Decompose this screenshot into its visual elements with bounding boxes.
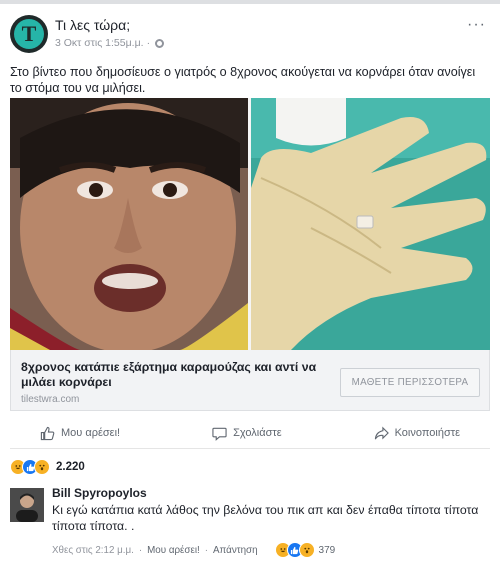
wow-icon (34, 459, 50, 475)
like-button[interactable]: Μου αρέσει! (10, 426, 150, 441)
reaction-icons (10, 459, 50, 475)
page-name[interactable]: Τι λες τώρα; (55, 17, 130, 33)
comment-bubble: Bill Spyropoylos Κι εγώ κατάπια κατά λάθ… (52, 486, 482, 534)
boy-face-image (10, 98, 248, 350)
post-card: T Τι λες τώρα; 3 Οκτ στις 1:55μ.μ. · ···… (0, 4, 500, 569)
comment-button[interactable]: Σχολιάστε (182, 426, 312, 441)
post-timestamp[interactable]: 3 Οκτ στις 1:55μ.μ. (55, 37, 144, 49)
post-meta: 3 Οκτ στις 1:55μ.μ. · (55, 37, 165, 49)
comment-time[interactable]: Χθες στις 2:12 μ.μ. (52, 545, 134, 556)
comment-text: Κι εγώ κατάπια κατά λάθος την βελόνα του… (52, 503, 479, 533)
comment-reply-link[interactable]: Απάντηση (213, 545, 258, 556)
commenter-name[interactable]: Bill Spyropoylos (52, 486, 482, 500)
meta-separator: · (146, 37, 151, 49)
comment-meta: Χθες στις 2:12 μ.μ. · Μου αρέσει! · Απάν… (52, 542, 335, 558)
link-domain: tilestwra.com (21, 394, 80, 405)
comment-icon (212, 427, 227, 441)
avatar-letter: T (21, 21, 37, 46)
share-button[interactable]: Κοινοποιήστε (344, 426, 490, 441)
comment-reactions[interactable]: 379 (274, 542, 336, 558)
comment-like-link[interactable]: Μου αρέσει! (147, 545, 200, 556)
post-actions: Μου αρέσει! Σχολιάστε Κοινοποιήστε (10, 418, 490, 449)
commenter-avatar[interactable] (10, 488, 44, 522)
post-caption: Στο βίντεο που δημοσίευσε ο γιατρός ο 8χ… (10, 65, 476, 95)
comment: Bill Spyropoylos Κι εγώ κατάπια κατά λάθ… (10, 486, 490, 566)
comment-label: Σχολιάστε (233, 427, 282, 439)
share-label: Κοινοποιήστε (394, 427, 460, 439)
reactions-summary[interactable]: 2.220 (10, 458, 85, 476)
meta-separator: · (204, 544, 208, 556)
post-header: T Τι λες τώρα; 3 Οκτ στις 1:55μ.μ. · ··· (10, 12, 490, 56)
page-avatar[interactable]: T (10, 15, 48, 53)
link-preview-box[interactable]: 8χρονος κατάπιε εξάρτημα καραμούζας και … (10, 350, 490, 411)
wow-icon (298, 542, 315, 558)
link-preview-image[interactable] (10, 98, 490, 350)
more-options-icon[interactable]: ··· (467, 16, 486, 34)
meta-separator: · (138, 544, 143, 556)
link-title[interactable]: 8χρονος κατάπιε εξάρτημα καραμούζας και … (21, 360, 321, 390)
learn-more-button[interactable]: ΜΑΘΕΤΕ ΠΕΡΙΣΣΟΤΕΡΑ (340, 368, 480, 397)
comment-reaction-icons (274, 542, 315, 558)
thumbs-up-icon (40, 426, 55, 440)
gloved-hand-image (251, 98, 490, 350)
share-icon (374, 426, 389, 440)
comment-reaction-count: 379 (318, 544, 336, 556)
gear-icon (155, 38, 165, 48)
reaction-count: 2.220 (56, 461, 85, 473)
like-label: Μου αρέσει! (61, 427, 121, 439)
